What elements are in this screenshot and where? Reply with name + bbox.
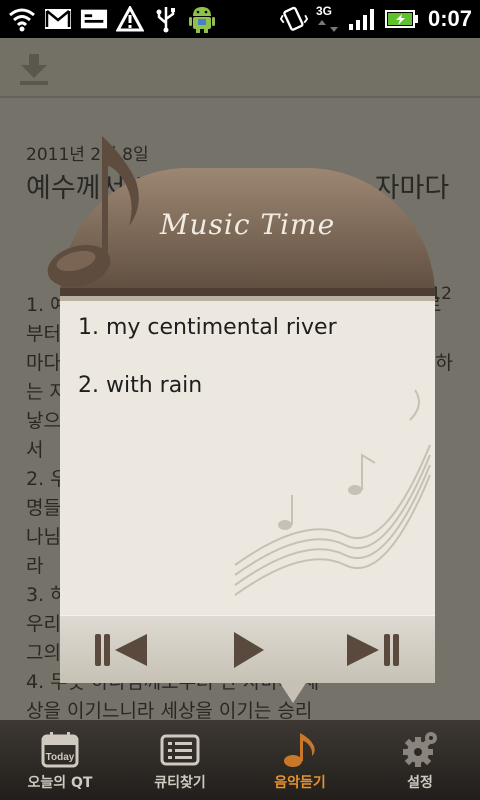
popup-pointer [280, 683, 306, 703]
battery-icon [384, 5, 420, 33]
music-staff-decoration [234, 389, 431, 596]
calendar-icon: Today [41, 732, 79, 768]
list-icon [160, 734, 200, 766]
android-icon [188, 5, 216, 33]
playlist-item[interactable]: 1. my centimental river [78, 315, 337, 340]
player-controls [60, 615, 435, 683]
nav-label: 음악듣기 [274, 775, 326, 791]
signal-icon [348, 5, 376, 33]
status-bar: 3G 0:07 [0, 0, 480, 38]
sms-icon [80, 5, 108, 33]
previous-icon [94, 633, 147, 666]
nav-item-qt-search[interactable]: 큐티찾기 [120, 720, 240, 800]
playlist-item[interactable]: 2. with rain [78, 373, 202, 398]
gear-icon [403, 732, 437, 767]
nav-label: 설정 [407, 775, 433, 791]
nav-label: 오늘의 QT [27, 775, 93, 791]
play-button[interactable] [216, 627, 280, 673]
clock: 0:07 [427, 6, 472, 31]
play-icon [233, 631, 264, 668]
usb-icon [152, 5, 180, 33]
nav-label: 큐티찾기 [154, 775, 206, 791]
wifi-icon [8, 5, 36, 33]
nav-item-settings[interactable]: 설정 [360, 720, 480, 800]
music-note-icon [47, 136, 139, 288]
next-icon [346, 633, 399, 666]
bottom-navigation: Today 오늘의 QT 큐티찾기 음악듣기 설정 [0, 720, 480, 800]
svg-text:Today: Today [46, 752, 75, 763]
previous-button[interactable] [91, 627, 155, 673]
system-status: 3G 0:07 [279, 4, 472, 34]
download-icon[interactable] [14, 48, 54, 88]
music-player-popup: Music Time 1. my centimental river 2. wi… [44, 126, 436, 706]
toolbar [0, 38, 480, 98]
alert-icon [116, 5, 144, 33]
notification-icons [8, 5, 216, 33]
playlist: 1. my centimental river 2. with rain [60, 301, 435, 615]
next-button[interactable] [341, 627, 405, 673]
network-type: 3G [316, 4, 340, 34]
nav-item-today-qt[interactable]: Today 오늘의 QT [0, 720, 120, 800]
gmail-icon [44, 5, 72, 33]
music-note-icon [284, 733, 315, 767]
nav-item-music[interactable]: 음악듣기 [240, 720, 360, 800]
vibrate-icon [279, 5, 308, 33]
